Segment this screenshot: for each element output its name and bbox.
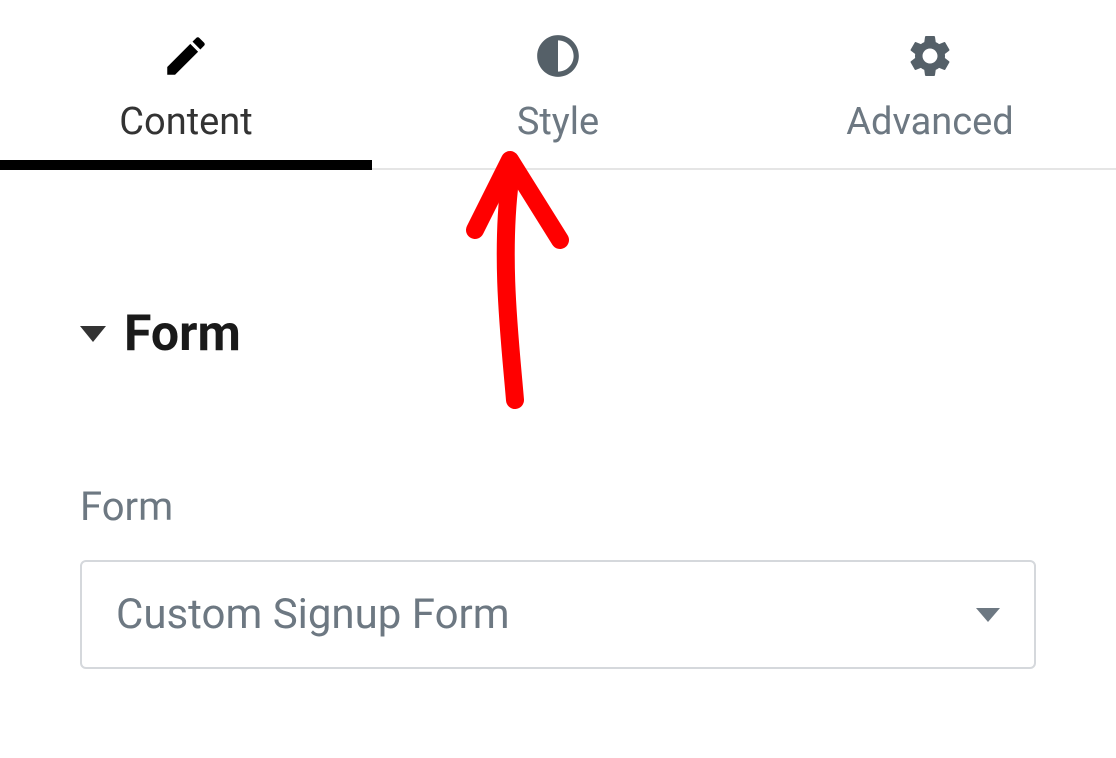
editor-tabs: Content Style Advanced: [0, 0, 1116, 170]
chevron-down-icon: [976, 608, 1000, 622]
pencil-icon: [160, 30, 212, 82]
tab-content-label: Content: [119, 100, 252, 144]
contrast-icon: [532, 30, 584, 82]
section-title: Form: [124, 305, 241, 363]
tab-style-label: Style: [517, 100, 599, 144]
gear-icon: [904, 30, 956, 82]
tab-advanced-label: Advanced: [846, 100, 1013, 144]
form-select-value: Custom Signup Form: [116, 590, 510, 639]
section-toggle-form[interactable]: Form: [80, 305, 1036, 363]
tab-content[interactable]: Content: [0, 0, 372, 168]
tab-advanced[interactable]: Advanced: [744, 0, 1116, 168]
caret-down-icon: [80, 326, 106, 342]
content-panel: Form Form Custom Signup Form: [0, 305, 1116, 669]
tab-style[interactable]: Style: [372, 0, 744, 168]
form-field-label: Form: [80, 483, 1036, 530]
form-select[interactable]: Custom Signup Form: [80, 560, 1036, 669]
